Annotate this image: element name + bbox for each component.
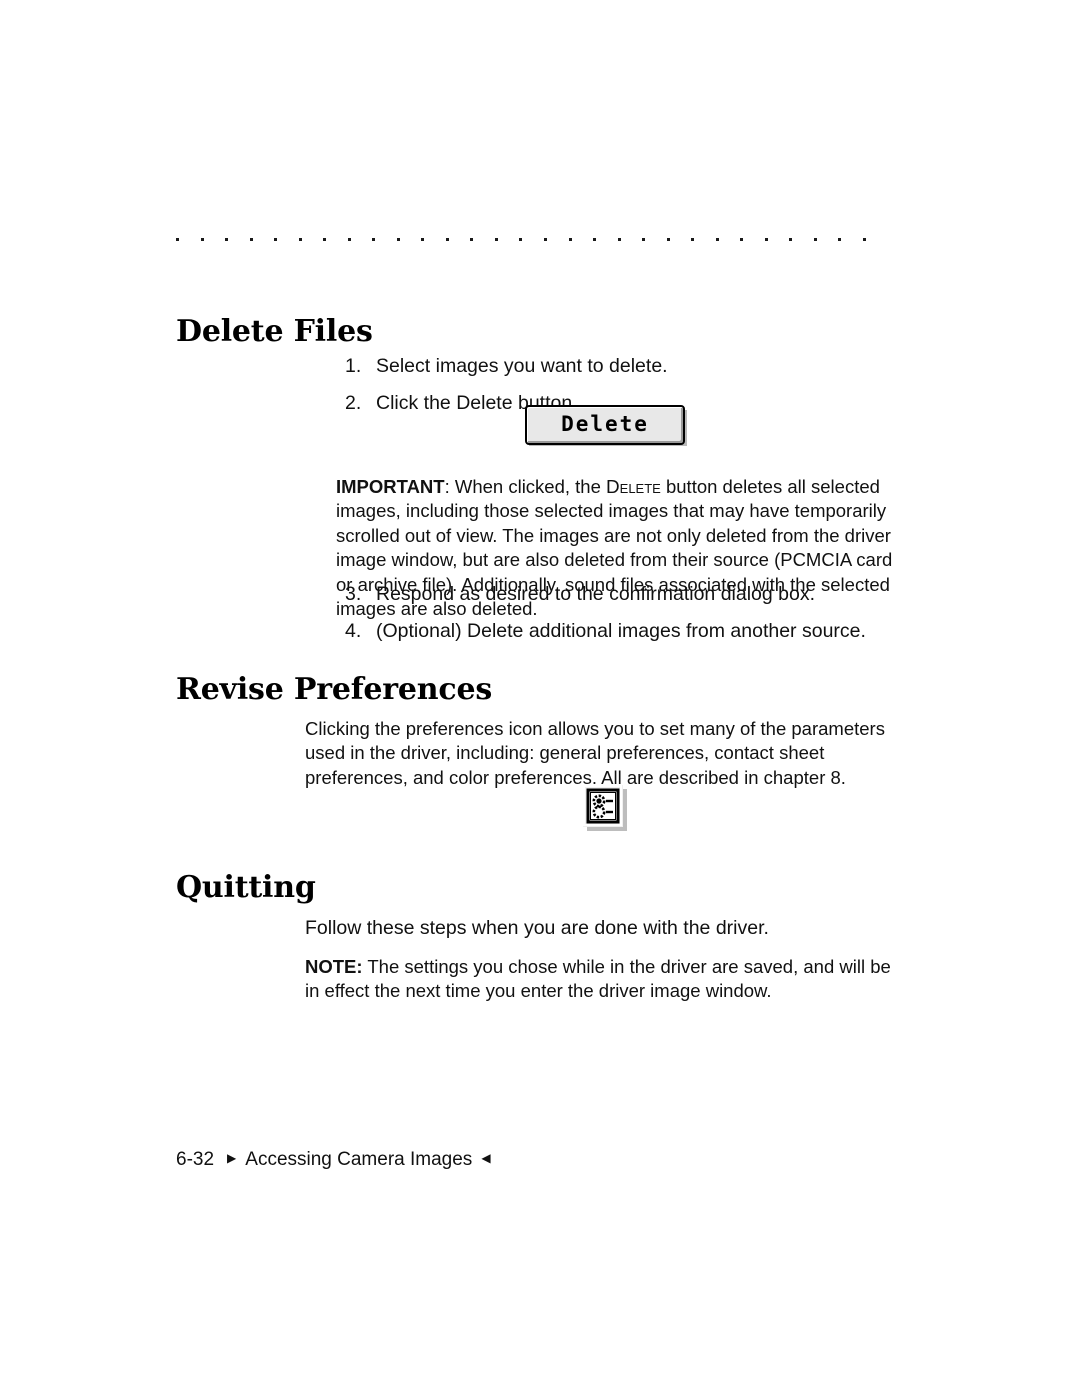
footer-title: Accessing Camera Images xyxy=(245,1149,473,1170)
list-item-number: 2. xyxy=(345,392,362,414)
rule-dot xyxy=(642,237,646,241)
important-lead-suffix: : When clicked, the xyxy=(444,475,607,497)
rule-dot xyxy=(715,237,719,241)
rule-dot xyxy=(470,237,474,241)
rule-dot xyxy=(568,237,572,241)
delete-button[interactable]: Delete xyxy=(525,405,685,445)
list-item: 3. Respond as desired to the confirmatio… xyxy=(345,582,945,607)
rule-dot xyxy=(494,237,498,241)
heading-quitting: Quitting xyxy=(176,870,316,906)
rule-dot xyxy=(396,237,400,241)
delete-button-figure: Delete xyxy=(519,400,691,448)
heading-revise-preferences: Revise Preferences xyxy=(176,672,493,708)
list-item-text: Respond as desired to the confirmation d… xyxy=(376,583,816,605)
rule-dot xyxy=(347,237,351,241)
rule-dot xyxy=(445,237,449,241)
triangle-right-icon: ▶ xyxy=(227,1151,237,1165)
rule-dot xyxy=(789,237,793,241)
rule-dot xyxy=(666,237,670,241)
note-body: The settings you chose while in the driv… xyxy=(305,955,891,1002)
list-item-text: Select images you want to delete. xyxy=(376,355,668,377)
quitting-body: Follow these steps when you are done wit… xyxy=(305,916,769,939)
triangle-left-icon: ◀ xyxy=(481,1151,491,1165)
list-item: 1. Select images you want to delete. xyxy=(345,354,945,379)
heading-delete-files: Delete Files xyxy=(176,314,373,350)
rule-dot xyxy=(862,237,866,241)
rule-dot xyxy=(225,237,229,241)
page-footer: 6-32 ▶ Accessing Camera Images ◀ xyxy=(176,1149,491,1171)
document-page: Delete Files 1. Select images you want t… xyxy=(0,0,1080,1397)
rule-dot xyxy=(200,237,204,241)
rule-dot xyxy=(543,237,547,241)
rule-dot xyxy=(249,237,253,241)
rule-dot xyxy=(519,237,523,241)
rule-dot xyxy=(838,237,842,241)
list-item-number: 3. xyxy=(345,583,362,605)
delete-files-steps-second: 3. Respond as desired to the confirmatio… xyxy=(305,582,945,656)
list-item-text: (Optional) Delete additional images from… xyxy=(376,620,866,642)
quitting-note: NOTE: The settings you chose while in th… xyxy=(305,955,893,1004)
rule-dot xyxy=(274,237,278,241)
dotted-rule xyxy=(176,237,866,241)
rule-dot xyxy=(176,237,179,241)
list-item-number: 1. xyxy=(345,355,362,377)
footer-page-number: 6-32 xyxy=(176,1149,215,1170)
delete-smallcaps: Delete xyxy=(606,475,661,497)
rule-dot xyxy=(764,237,768,241)
rule-dot xyxy=(691,237,695,241)
rule-dot xyxy=(617,237,621,241)
list-item-number: 4. xyxy=(345,620,362,642)
list-item: 4. (Optional) Delete additional images f… xyxy=(345,619,945,644)
rule-dot xyxy=(421,237,425,241)
note-lead: NOTE: xyxy=(305,955,363,977)
important-lead: IMPORTANT xyxy=(336,475,445,497)
rule-dot xyxy=(372,237,376,241)
rule-dot xyxy=(298,237,302,241)
preferences-icon[interactable] xyxy=(583,785,627,831)
rule-dot xyxy=(323,237,327,241)
delete-button-label: Delete xyxy=(561,412,649,436)
rule-dot xyxy=(593,237,597,241)
revise-preferences-body: Clicking the preferences icon allows you… xyxy=(305,717,885,788)
rule-dot xyxy=(813,237,817,241)
rule-dot xyxy=(740,237,744,241)
